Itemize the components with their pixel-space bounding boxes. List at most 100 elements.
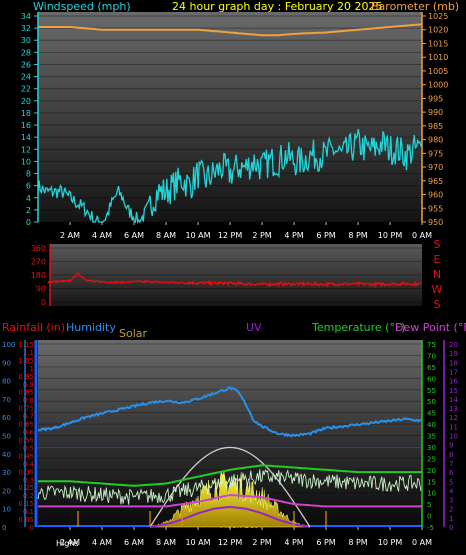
uv-tick-label: 15: [449, 387, 458, 395]
time-tick-label: 12 PM: [218, 538, 243, 547]
humidity-tick-label: 60: [2, 414, 11, 422]
time-tick-label: 4 AM: [92, 538, 112, 547]
uv-tick-label: 16: [449, 378, 458, 386]
temperature-tick-label: 5: [427, 501, 431, 509]
windspeed-plot-bg: [38, 12, 422, 222]
windspeed-tick-label: 8: [26, 170, 31, 179]
time-tick-label: 12 PM: [218, 231, 243, 240]
rainfall-tick-label: 0: [30, 524, 34, 532]
windspeed-tick-label: 20: [21, 97, 31, 106]
windspeed-tick-label: 34: [21, 12, 31, 21]
time-tick-label: 6 AM: [124, 538, 144, 547]
windspeed-tick-label: 18: [21, 109, 31, 118]
time-tick-label: 2 AM: [60, 538, 80, 547]
barometer-tick-label: 1025: [428, 12, 448, 21]
time-tick-label: 10 PM: [378, 231, 403, 240]
temperature-tick-label: 10: [427, 490, 436, 498]
time-tick-label: 6 AM: [124, 231, 144, 240]
barometer-tick-label: 970: [428, 163, 443, 172]
uv-tick-label: 13: [449, 405, 458, 413]
rainfall-tick-label: 0.15: [18, 500, 34, 508]
windspeed-tick-label: 12: [21, 145, 31, 154]
temperature-tick-label: 0: [427, 513, 431, 521]
uv-tick-label: 3: [449, 497, 453, 505]
direction-tick-label: 90: [36, 285, 46, 294]
windspeed-tick-label: 14: [21, 133, 31, 142]
compass-label: W: [432, 283, 443, 296]
rainfall-tick-label: 0.45: [18, 452, 34, 460]
barometer-tick-label: 1015: [428, 39, 448, 48]
time-tick-label: 8 AM: [156, 231, 176, 240]
temperature-tick-label: 35: [427, 433, 436, 441]
rainfall-tick-label: 0.25: [18, 484, 34, 492]
barometer-tick-label: 950: [428, 218, 443, 227]
barometer-tick-label: 1020: [428, 26, 448, 35]
time-tick-label: 2 PM: [252, 538, 271, 547]
temperature-tick-label: 30: [427, 444, 436, 452]
rainfall-tick-label: 0.85: [18, 389, 34, 397]
direction-tick-label: 360: [31, 244, 46, 253]
time-tick-label: 0 AM: [412, 231, 432, 240]
compass-label: E: [434, 253, 441, 266]
humidity-tick-label: 30: [2, 469, 11, 477]
uv-tick-label: 20: [449, 341, 458, 349]
humidity-tick-label: 100: [2, 341, 15, 349]
rainfall-tick-label: 0.95: [18, 373, 34, 381]
time-tick-label: 8 PM: [348, 538, 367, 547]
barometer-tick-label: 1010: [428, 53, 448, 62]
compass-label: S: [434, 238, 441, 251]
time-tick-label: 6 PM: [316, 538, 335, 547]
time-tick-label: 10 AM: [185, 231, 210, 240]
direction-tick-label: 0: [41, 298, 46, 307]
time-tick-label: 4 AM: [92, 231, 112, 240]
barometer-tick-label: 990: [428, 108, 443, 117]
rainfall-tick-label: 1.05: [18, 357, 34, 365]
rainfall-tick-label: 0.65: [18, 421, 34, 429]
temperature-tick-label: 55: [427, 387, 436, 395]
uv-tick-label: 0: [449, 524, 453, 532]
humidity-tick-label: 80: [2, 378, 11, 386]
direction-tick-label: 180: [31, 271, 46, 280]
humidity-tick-label: 20: [2, 487, 11, 495]
humidity-tick-label: 90: [2, 359, 11, 367]
windspeed-tick-label: 6: [26, 182, 31, 191]
uv-tick-label: 4: [449, 487, 454, 495]
time-tick-label: 8 AM: [156, 538, 176, 547]
humidity-tick-label: 50: [2, 433, 11, 441]
rainfall-tick-label: 0.55: [18, 436, 34, 444]
rainfall-tick-label: 1: [30, 365, 34, 373]
humidity-tick-label: 70: [2, 396, 11, 404]
direction-tick-label: 270: [31, 258, 46, 267]
temperature-tick-label: 20: [427, 467, 436, 475]
uv-tick-label: 12: [449, 414, 458, 422]
weather-graph: Windspeed (mph) 24 hour graph day : Febr…: [0, 0, 466, 555]
time-tick-label: 0 AM: [412, 538, 432, 547]
temperature-tick-label: 75: [427, 341, 436, 349]
time-tick-label: 10 PM: [378, 538, 403, 547]
uv-tick-label: 2: [449, 506, 453, 514]
uv-tick-label: 10: [449, 433, 458, 441]
barometer-tick-label: 965: [428, 177, 443, 186]
windspeed-tick-label: 24: [21, 73, 31, 82]
uv-tick-label: 9: [449, 442, 453, 450]
uv-tick-label: 17: [449, 368, 458, 376]
temperature-tick-label: -5: [427, 524, 434, 532]
windspeed-tick-label: 28: [21, 48, 31, 57]
windspeed-tick-label: 26: [21, 60, 31, 69]
uv-tick-label: 14: [449, 396, 458, 404]
rainfall-tick-label: 0.35: [18, 468, 34, 476]
temperature-tick-label: 40: [427, 421, 436, 429]
temperature-tick-label: 65: [427, 364, 436, 372]
time-tick-label: 4 PM: [284, 231, 303, 240]
time-tick-label: 2 PM: [252, 231, 271, 240]
chart-canvas: 0246810121416182022242628303234950955960…: [2, 12, 458, 547]
time-tick-label: 6 PM: [316, 231, 335, 240]
uv-tick-label: 11: [449, 423, 458, 431]
barometer-tick-label: 960: [428, 191, 443, 200]
time-tick-label: 10 AM: [185, 538, 210, 547]
temperature-tick-label: 45: [427, 410, 436, 418]
uv-tick-label: 6: [449, 469, 454, 477]
windspeed-tick-label: 4: [26, 194, 31, 203]
compass-label: S: [434, 298, 441, 311]
rainfall-tick-label: 1.15: [18, 341, 34, 349]
